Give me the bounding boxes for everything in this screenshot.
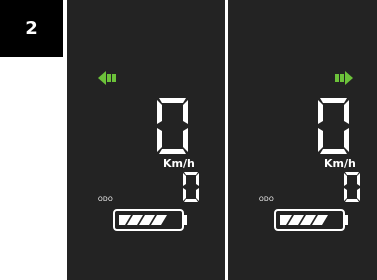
speed-digit-0: [157, 98, 188, 154]
left-arrow-icon: [98, 71, 116, 85]
speed-digit-0: [318, 98, 349, 154]
display-panel-left: Km/h ODO: [67, 0, 225, 280]
odo-digit-0: [344, 172, 360, 202]
display-graphics-right: [274, 71, 360, 231]
right-arrow-icon: [335, 71, 353, 85]
battery-icon: [274, 209, 348, 231]
display-graphics-left: [98, 71, 199, 231]
odo-label: ODO: [98, 196, 113, 203]
battery-icon: [113, 209, 187, 231]
display-panel-right: Km/h ODO: [228, 0, 377, 280]
odo-digit-0: [183, 172, 199, 202]
step-number: 2: [25, 18, 38, 39]
odo-label: ODO: [259, 196, 274, 203]
speed-unit: Km/h: [163, 157, 195, 170]
speed-unit: Km/h: [324, 157, 356, 170]
step-number-badge: 2: [0, 0, 63, 57]
